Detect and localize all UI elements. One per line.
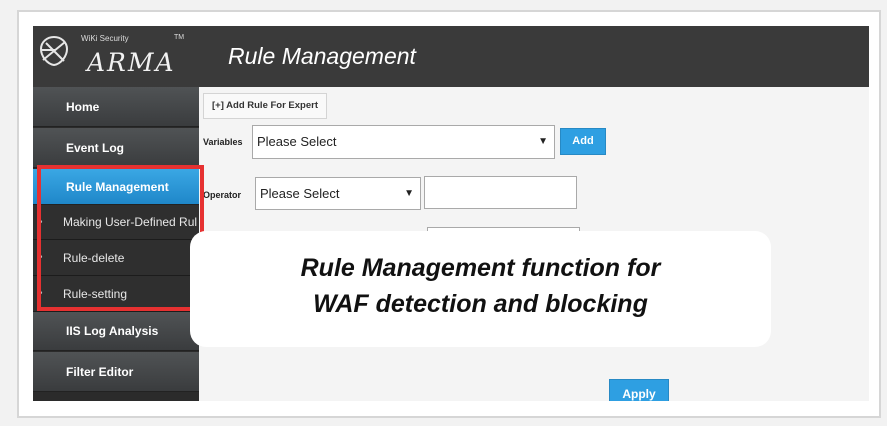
variables-label: Variables (203, 137, 243, 147)
chevron-down-icon: ▼ (404, 188, 414, 199)
sidebar-item-label: Rule-delete (63, 251, 125, 265)
sidebar-item-label: Making User-Defined Rul (63, 215, 198, 229)
sidebar-subitem-rule-delete[interactable]: • Rule-delete (33, 240, 199, 276)
bullet-icon: • (39, 217, 43, 228)
sidebar: Home Event Log Rule Management • Making … (33, 87, 199, 401)
sidebar-item-home[interactable]: Home (33, 87, 199, 127)
brand-trademark: TM (174, 34, 185, 41)
sidebar-item-label: Rule Management (66, 180, 169, 194)
variables-select[interactable]: Please Select ▼ (252, 125, 555, 159)
logo-icon (39, 35, 69, 67)
sidebar-item-label: Filter Editor (66, 365, 134, 379)
chevron-down-icon: ▼ (538, 136, 548, 147)
add-button[interactable]: Add (560, 128, 606, 155)
caption-line-2: WAF detection and blocking (313, 290, 648, 318)
sidebar-item-label: IIS Log Analysis (66, 324, 159, 338)
sidebar-item-iis-log-analysis[interactable]: IIS Log Analysis (33, 312, 199, 351)
sidebar-item-filter-editor[interactable]: Filter Editor (33, 352, 199, 392)
sidebar-item-label: Rule-setting (63, 287, 128, 301)
sidebar-subitem-making-user-defined-rule[interactable]: • Making User-Defined Rul (33, 205, 199, 240)
page-title: Rule Management (228, 43, 416, 69)
sidebar-item-label: Event Log (66, 141, 125, 155)
operator-value-input[interactable] (424, 176, 577, 209)
operator-select-value: Please Select (260, 186, 340, 201)
sidebar-item-event-log[interactable]: Event Log (33, 128, 199, 168)
apply-button[interactable]: Apply (609, 379, 669, 401)
add-rule-for-expert-button[interactable]: [+] Add Rule For Expert (203, 93, 328, 119)
bullet-icon: • (39, 252, 43, 263)
app-header: WiKi Security TM ARMA Rule Management (33, 26, 869, 87)
brand-tagline: WiKi Security (81, 34, 129, 43)
sidebar-subitem-rule-setting[interactable]: • Rule-setting (33, 276, 199, 312)
variables-select-value: Please Select (257, 134, 337, 149)
caption-line-1: Rule Management function for (300, 254, 661, 282)
bullet-icon: • (39, 288, 43, 299)
sidebar-item-label: Home (66, 100, 100, 114)
operator-label: Operator (203, 190, 242, 200)
sidebar-item-rule-management[interactable]: Rule Management (33, 169, 199, 205)
operator-select[interactable]: Please Select ▼ (255, 177, 421, 210)
brand-name: ARMA (87, 48, 176, 77)
caption-overlay: Rule Management function for WAF detecti… (190, 231, 771, 347)
